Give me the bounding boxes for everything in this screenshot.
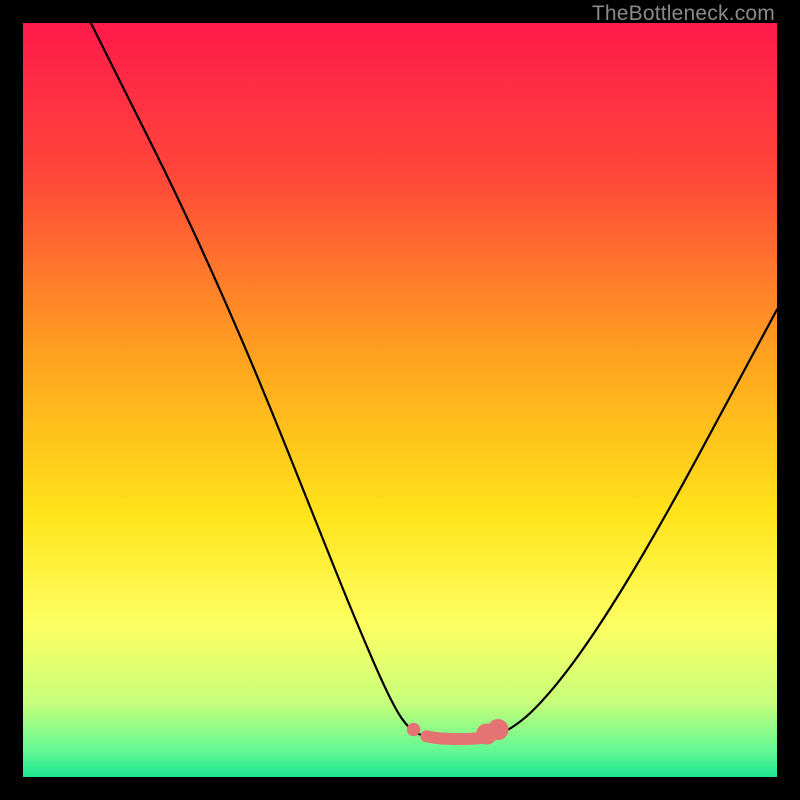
marker-2 <box>487 719 508 740</box>
watermark-label: TheBottleneck.com <box>592 2 775 26</box>
marker-0 <box>407 723 421 737</box>
chart-background <box>23 23 777 777</box>
chart-frame <box>23 23 777 777</box>
bottleneck-chart <box>23 23 777 777</box>
